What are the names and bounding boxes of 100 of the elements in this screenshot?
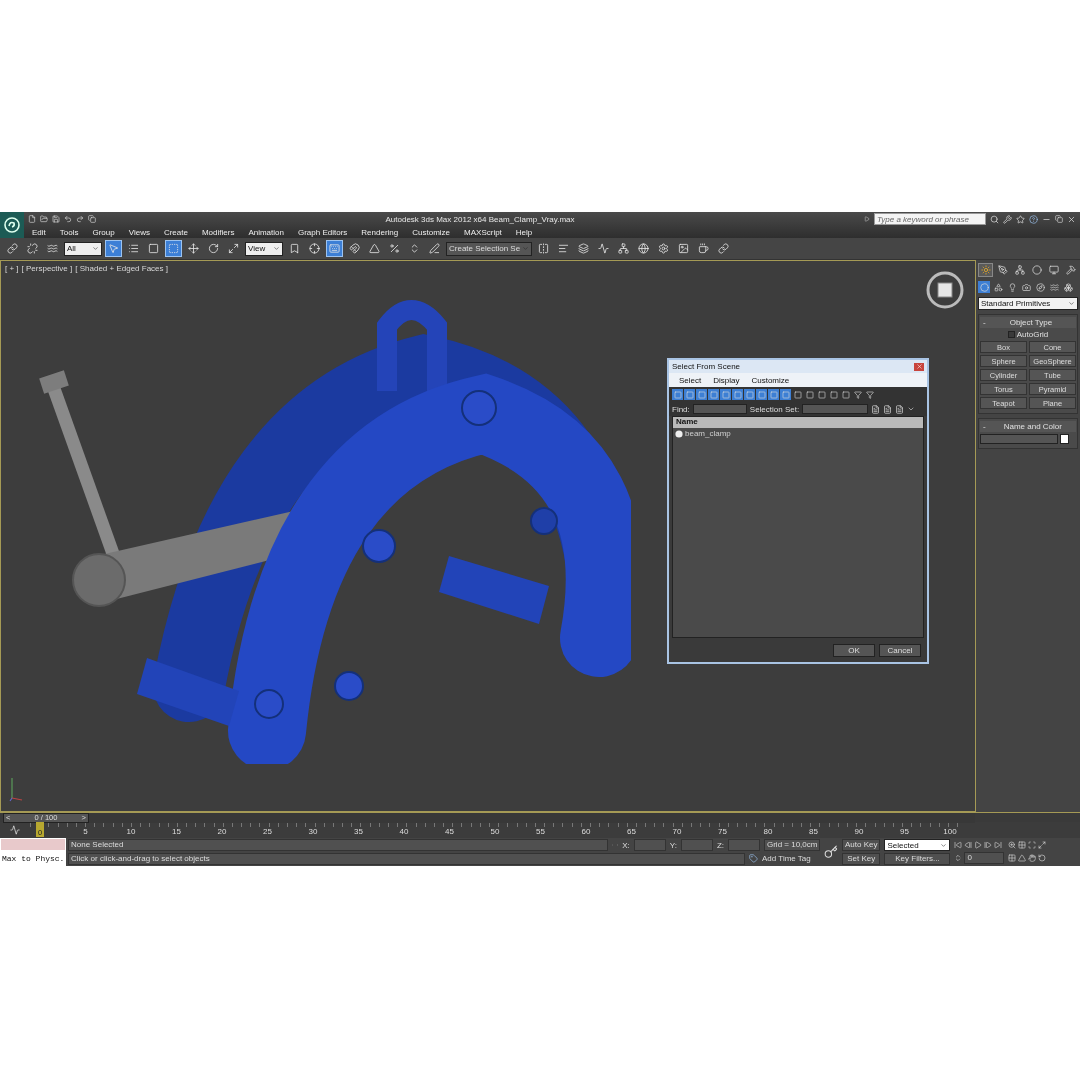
close-button[interactable]: [914, 362, 924, 371]
dialog-menu-item[interactable]: Display: [713, 375, 740, 385]
document-icon[interactable]: [895, 404, 905, 414]
document-icon[interactable]: [883, 404, 893, 414]
perspective-viewport[interactable]: [ + ] [ Perspective ] [ Shaded + Edged Faces ] Select From Scene Select Display Customize Find: Selection Set: Name beam_clamp OK Cancel: [0, 260, 976, 812]
menu-item[interactable]: Rendering: [361, 227, 399, 237]
panel-tab[interactable]: [1029, 263, 1044, 277]
view-cube[interactable]: [926, 271, 964, 309]
filter-button[interactable]: [840, 389, 851, 400]
panel-tab[interactable]: [978, 263, 993, 277]
category-button[interactable]: [992, 281, 1004, 293]
collapse-sign[interactable]: -: [983, 318, 986, 327]
panel-tab[interactable]: [1063, 263, 1078, 277]
panel-tab[interactable]: [1012, 263, 1027, 277]
panel-tab[interactable]: [995, 263, 1010, 277]
maximize-icon[interactable]: [1038, 840, 1047, 849]
add-time-tag[interactable]: Add Time Tag: [762, 854, 820, 864]
rollout-header[interactable]: - Object Type: [980, 317, 1076, 328]
caret-icon[interactable]: [907, 405, 916, 413]
skip-forward-icon[interactable]: [994, 840, 1003, 849]
key-mode-dropdown[interactable]: Selected: [884, 839, 951, 851]
zoom-all-icon[interactable]: [1008, 853, 1017, 862]
pointer-tool-button[interactable]: [105, 240, 122, 257]
close-button[interactable]: [1067, 214, 1076, 224]
filter-button[interactable]: [864, 389, 875, 400]
unlink-tool-button[interactable]: [24, 240, 41, 257]
restore-button[interactable]: [1055, 215, 1063, 223]
crosshair-tool-button[interactable]: [306, 240, 323, 257]
move-tool-button[interactable]: [185, 240, 202, 257]
category-button[interactable]: [1048, 281, 1060, 293]
orbit-icon[interactable]: [1038, 853, 1047, 862]
toolbar-dropdown[interactable]: All: [64, 241, 102, 256]
autogrid-checkbox[interactable]: [1007, 331, 1015, 338]
key-icon[interactable]: [824, 845, 838, 859]
play-icon[interactable]: [974, 840, 983, 849]
toolbar-dropdown[interactable]: Create Selection Se: [446, 241, 533, 256]
category-button[interactable]: [1034, 281, 1046, 293]
tools-button[interactable]: [1003, 214, 1012, 224]
category-button[interactable]: [1020, 281, 1032, 293]
tag-icon[interactable]: [749, 854, 758, 864]
dialog-menu-item[interactable]: Select: [679, 375, 702, 385]
menu-item[interactable]: Customize: [412, 227, 451, 237]
y-field[interactable]: [680, 839, 713, 852]
viewport-label[interactable]: [ Perspective ]: [21, 264, 73, 273]
save-button[interactable]: [52, 215, 60, 223]
redo-button[interactable]: [76, 215, 84, 223]
document-icon[interactable]: [871, 404, 881, 414]
x-field[interactable]: [633, 839, 666, 852]
key-mode-icon[interactable]: [954, 853, 963, 862]
help-button[interactable]: [1029, 214, 1038, 224]
pan-icon[interactable]: [1028, 853, 1037, 862]
project-button[interactable]: [88, 215, 96, 223]
open-button[interactable]: [40, 215, 48, 223]
favorites-button[interactable]: [1016, 214, 1025, 224]
new-file-button[interactable]: [28, 215, 36, 223]
menu-item[interactable]: Group: [92, 227, 115, 237]
name-column-header[interactable]: Name: [673, 417, 923, 428]
viewport-label[interactable]: [ Shaded + Edged Faces ]: [75, 264, 168, 273]
expand-icon[interactable]: [864, 216, 870, 222]
menu-item[interactable]: Views: [128, 227, 150, 237]
skip-back-icon[interactable]: [954, 840, 963, 849]
toolbar-dropdown[interactable]: View: [245, 241, 283, 256]
menu-item[interactable]: Graph Editors: [297, 227, 348, 237]
menu-item[interactable]: MAXScript: [464, 227, 502, 237]
object-row[interactable]: beam_clamp: [673, 428, 923, 439]
key-filters-button[interactable]: Key Filters...: [884, 853, 951, 865]
pen-tool-button[interactable]: [426, 240, 443, 257]
category-button[interactable]: [1062, 281, 1074, 293]
viewport-label[interactable]: [ + ]: [5, 264, 19, 273]
filter-button[interactable]: [828, 389, 839, 400]
script-listener-field[interactable]: [0, 838, 66, 851]
filter-button[interactable]: [804, 389, 815, 400]
menu-item[interactable]: Edit: [32, 227, 46, 237]
set-key-button[interactable]: Set Key: [842, 853, 881, 865]
menu-item[interactable]: Modifiers: [201, 227, 235, 237]
selection-set-dropdown[interactable]: [802, 404, 869, 414]
app-menu-button[interactable]: [0, 212, 24, 238]
rollout-header[interactable]: - Name and Color: [980, 421, 1076, 432]
auto-key-button[interactable]: Auto Key: [842, 839, 881, 851]
object-name-field[interactable]: [980, 434, 1058, 444]
collapse-sign[interactable]: -: [983, 422, 986, 431]
z-field[interactable]: [728, 839, 760, 852]
current-frame-field[interactable]: 0: [964, 851, 1005, 864]
magnet-tool-button[interactable]: [346, 240, 363, 257]
find-field[interactable]: [692, 404, 747, 414]
color-swatch[interactable]: [1060, 434, 1069, 444]
search-button[interactable]: [990, 214, 999, 224]
dialog-button[interactable]: OK: [833, 643, 875, 657]
link-tool-button[interactable]: [4, 240, 21, 257]
grid-icon[interactable]: [1018, 840, 1027, 849]
filter-button[interactable]: [792, 389, 803, 400]
frame-icon[interactable]: [1028, 840, 1037, 849]
panel-tab[interactable]: [1046, 263, 1061, 277]
menu-item[interactable]: Help: [515, 227, 533, 237]
field-of-view-icon[interactable]: [1018, 853, 1027, 862]
script-listener-output[interactable]: Max to Physc.: [0, 851, 66, 866]
zoom-icon[interactable]: [1008, 840, 1017, 849]
filter-button[interactable]: [816, 389, 827, 400]
menu-item[interactable]: Animation: [248, 227, 284, 237]
primitive-type-dropdown[interactable]: Standard Primitives: [978, 297, 1078, 310]
